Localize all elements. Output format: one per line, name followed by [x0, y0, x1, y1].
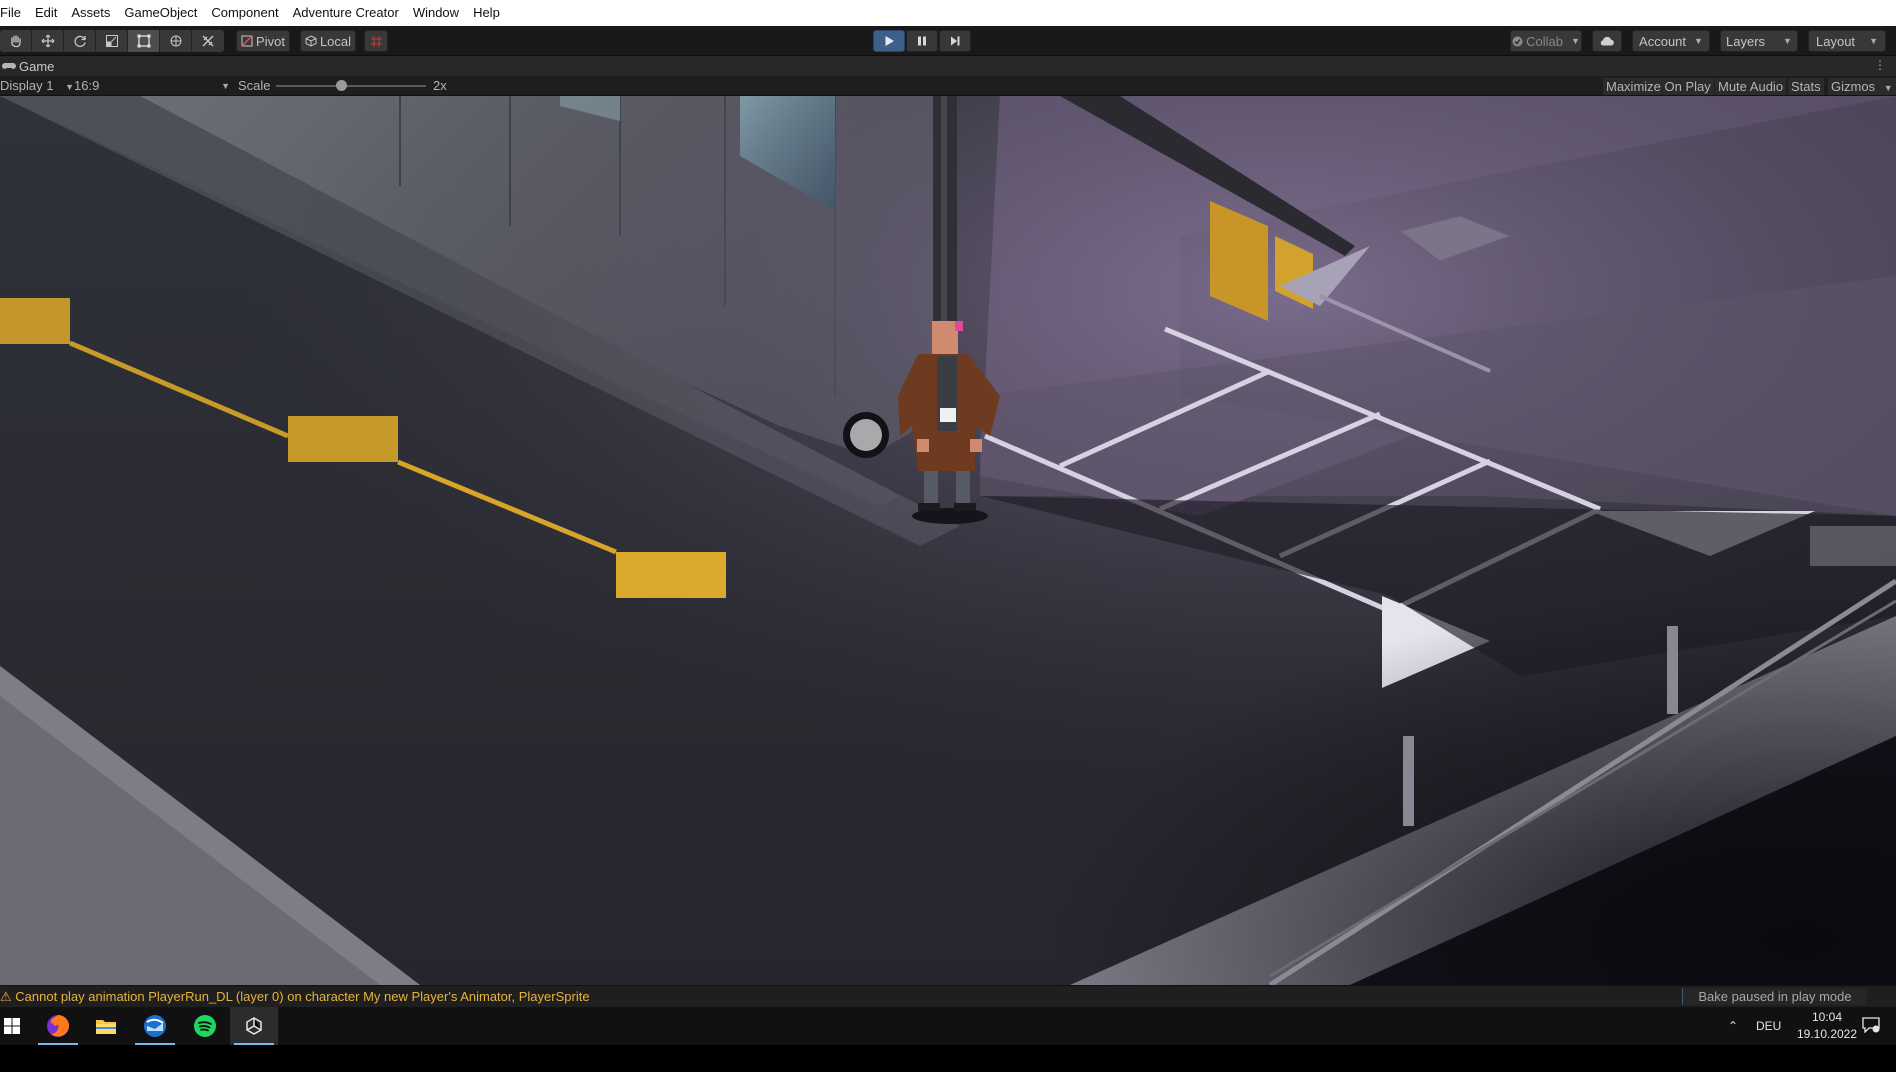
transform-tools — [0, 30, 224, 52]
local-button[interactable]: Local — [300, 30, 356, 52]
display-dropdown[interactable]: Display 1 ▼ — [0, 76, 74, 97]
clock-date: 19.10.2022 — [1796, 1027, 1858, 1041]
windows-start-icon[interactable] — [0, 1007, 36, 1045]
layout-dropdown[interactable]: Layout ▼ — [1808, 30, 1886, 52]
rail-post — [1403, 736, 1414, 826]
menu-assets[interactable]: Assets — [64, 0, 117, 26]
stats-toggle[interactable]: Stats — [1788, 78, 1824, 95]
game-tab-header: Game ⋮ — [0, 56, 1896, 76]
scale-label: Scale — [238, 78, 271, 93]
collab-check-icon — [1512, 36, 1523, 46]
layers-dropdown[interactable]: Layers ▼ — [1720, 30, 1798, 52]
gizmos-dropdown[interactable]: Gizmos ▼ — [1828, 78, 1896, 95]
clock[interactable]: 10:04 19.10.2022 — [1792, 1009, 1862, 1043]
play-icon — [885, 36, 894, 46]
aspect-label: 16:9 — [74, 78, 100, 93]
gamepad-icon — [2, 63, 16, 69]
scale-slider-track[interactable] — [276, 85, 426, 87]
cloud-icon — [1600, 36, 1614, 46]
account-label: Account — [1639, 33, 1687, 49]
grid-snap-icon — [370, 35, 382, 47]
step-icon — [951, 36, 960, 46]
layers-label: Layers — [1726, 33, 1766, 49]
chevron-down-icon: ▼ — [1783, 36, 1792, 46]
account-dropdown[interactable]: Account ▼ — [1632, 30, 1710, 52]
game-tab[interactable]: Game — [19, 59, 54, 74]
maximize-on-play-toggle[interactable]: Maximize On Play — [1603, 78, 1714, 95]
menu-gameobject[interactable]: GameObject — [117, 0, 204, 26]
move-tool-icon[interactable] — [32, 30, 64, 52]
aspect-dropdown[interactable]: 16:9 ▼ — [74, 76, 230, 96]
play-button[interactable] — [873, 30, 905, 52]
menu-component[interactable]: Component — [204, 0, 285, 26]
chevron-down-icon: ▼ — [221, 81, 230, 91]
menu-help[interactable]: Help — [466, 0, 507, 26]
bake-status: Bake paused in play mode — [1682, 988, 1867, 1005]
chevron-down-icon: ▼ — [1869, 36, 1878, 46]
step-button[interactable] — [939, 30, 971, 52]
pivot-label: Pivot — [256, 33, 285, 49]
chevron-down-icon: ▼ — [65, 82, 75, 92]
chevron-down-icon: ▼ — [1883, 83, 1893, 93]
unity-icon[interactable] — [230, 1007, 278, 1045]
console-warning[interactable]: ⚠ Cannot play animation PlayerRun_DL (la… — [0, 986, 590, 1008]
game-view[interactable] — [0, 96, 1896, 985]
screen-bottom-edge — [0, 1045, 1896, 1072]
collab-label: Collab — [1526, 33, 1563, 49]
pivot-button[interactable]: Pivot — [236, 30, 290, 52]
scale-slider-handle[interactable] — [336, 80, 347, 91]
main-toolbar: Pivot Local Collab ▼ Account ▼ Layers ▼ … — [0, 26, 1896, 56]
menu-adventure-creator[interactable]: Adventure Creator — [286, 0, 406, 26]
menu-file[interactable]: File — [0, 0, 28, 26]
cloud-button[interactable] — [1592, 30, 1622, 52]
status-bar: ⚠ Cannot play animation PlayerRun_DL (la… — [0, 985, 1896, 1007]
rotate-tool-icon[interactable] — [64, 30, 96, 52]
chevron-down-icon: ▼ — [1570, 36, 1580, 46]
pause-button[interactable] — [906, 30, 938, 52]
clock-time: 10:04 — [1811, 1010, 1843, 1024]
local-label: Local — [319, 33, 352, 49]
menu-window[interactable]: Window — [406, 0, 466, 26]
file-explorer-icon[interactable] — [82, 1007, 130, 1045]
rect-tool-icon[interactable] — [128, 30, 160, 52]
hand-tool-icon[interactable] — [0, 30, 32, 52]
game-controls-bar: Display 1 ▼ 16:9 ▼ Scale 2x Maximize On … — [0, 76, 1896, 96]
display-label: Display 1 — [0, 78, 54, 93]
pause-icon — [918, 36, 926, 46]
chevron-down-icon: ▼ — [1694, 36, 1703, 46]
scale-tool-icon[interactable] — [96, 30, 128, 52]
pivot-icon — [241, 35, 253, 47]
firefox-icon[interactable] — [34, 1007, 82, 1045]
transform-tool-icon[interactable] — [160, 30, 192, 52]
language-indicator[interactable]: DEU — [1756, 1007, 1781, 1045]
grid-snap-button[interactable] — [364, 30, 388, 52]
local-icon — [305, 35, 317, 47]
layout-label: Layout — [1816, 33, 1856, 49]
spotify-icon[interactable] — [181, 1007, 229, 1045]
scale-value: 2x — [433, 78, 447, 93]
menu-edit[interactable]: Edit — [28, 0, 64, 26]
tray-chevron-up-icon[interactable]: ⌃ — [1728, 1007, 1738, 1045]
collab-dropdown[interactable]: Collab ▼ — [1510, 30, 1582, 52]
more-options-icon[interactable]: ⋮ — [1874, 58, 1886, 72]
custom-tool-icon[interactable] — [192, 30, 224, 52]
interaction-cursor[interactable] — [850, 419, 882, 451]
rail-post — [1667, 626, 1678, 714]
notification-icon[interactable] — [1862, 1017, 1880, 1036]
menu-bar: File Edit Assets GameObject Component Ad… — [0, 0, 1896, 26]
warning-icon: ⚠ — [0, 989, 16, 1004]
game-scene — [0, 96, 1896, 985]
windows-taskbar: ⌃ DEU 10:04 19.10.2022 — [0, 1007, 1896, 1045]
warning-text: Cannot play animation PlayerRun_DL (laye… — [15, 989, 590, 1004]
gizmos-label: Gizmos — [1831, 79, 1876, 94]
mute-audio-toggle[interactable]: Mute Audio — [1715, 78, 1787, 95]
thunderbird-icon[interactable] — [131, 1007, 179, 1045]
